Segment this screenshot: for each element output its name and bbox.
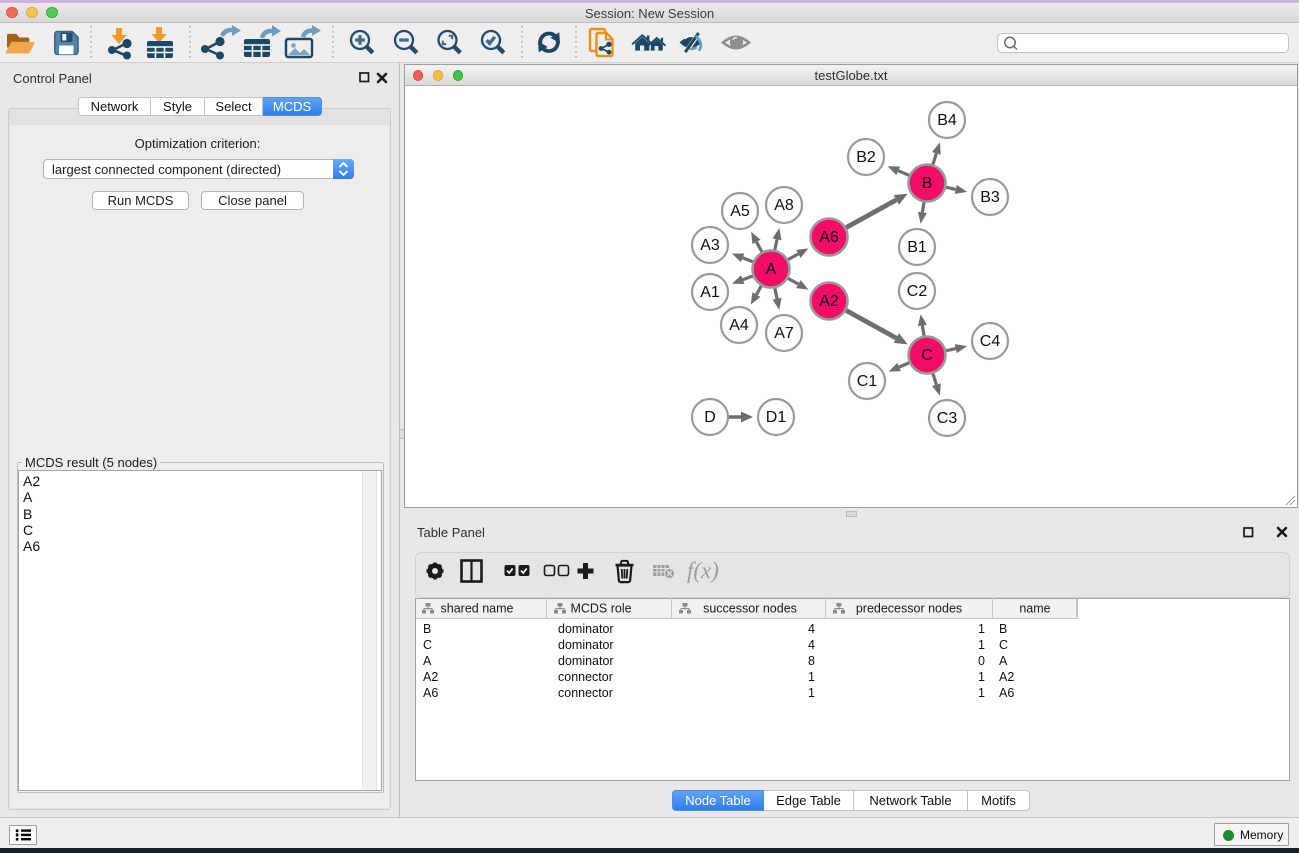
svg-text:C: C <box>423 638 432 652</box>
svg-text:A5: A5 <box>730 203 750 220</box>
svg-text:dominator: dominator <box>558 654 614 668</box>
svg-text:D: D <box>704 409 716 426</box>
svg-text:A6: A6 <box>423 686 438 700</box>
svg-text:B: B <box>922 175 933 192</box>
svg-text:1: 1 <box>978 638 985 652</box>
svg-text:A3: A3 <box>700 237 720 254</box>
svg-text:B4: B4 <box>937 112 957 129</box>
svg-text:A8: A8 <box>774 197 794 214</box>
svg-text:f(x): f(x) <box>687 558 719 583</box>
svg-text:B3: B3 <box>980 189 1000 206</box>
svg-text:A: A <box>766 261 777 278</box>
svg-text:C2: C2 <box>907 283 928 300</box>
svg-text:A6: A6 <box>999 686 1014 700</box>
svg-text:connector: connector <box>558 670 613 684</box>
svg-text:0: 0 <box>978 654 985 668</box>
svg-text:B: B <box>423 622 431 636</box>
svg-text:A2: A2 <box>423 670 438 684</box>
svg-text:1: 1 <box>978 686 985 700</box>
svg-text:A7: A7 <box>774 325 794 342</box>
svg-text:B: B <box>999 622 1007 636</box>
svg-text:A: A <box>423 654 432 668</box>
svg-text:C: C <box>999 638 1008 652</box>
svg-text:1: 1 <box>808 670 815 684</box>
svg-text:connector: connector <box>558 686 613 700</box>
svg-text:successor nodes: successor nodes <box>703 602 797 616</box>
svg-text:C1: C1 <box>857 373 878 390</box>
svg-text:MCDS role: MCDS role <box>570 602 631 616</box>
svg-text:D1: D1 <box>766 409 787 426</box>
svg-text:A4: A4 <box>729 317 749 334</box>
svg-text:1: 1 <box>808 686 815 700</box>
svg-text:dominator: dominator <box>558 638 614 652</box>
svg-text:C4: C4 <box>980 333 1001 350</box>
svg-text:B2: B2 <box>856 149 876 166</box>
svg-text:A1: A1 <box>700 284 720 301</box>
svg-text:shared name: shared name <box>441 602 514 616</box>
svg-text:A2: A2 <box>999 670 1014 684</box>
svg-text:A6: A6 <box>819 229 839 246</box>
svg-text:4: 4 <box>808 622 815 636</box>
svg-text:1: 1 <box>978 622 985 636</box>
svg-text:A: A <box>999 654 1008 668</box>
svg-text:C: C <box>921 347 933 364</box>
svg-text:B1: B1 <box>907 239 927 256</box>
svg-text:1: 1 <box>978 670 985 684</box>
svg-text:C3: C3 <box>937 410 958 427</box>
svg-text:dominator: dominator <box>558 622 614 636</box>
svg-text:predecessor nodes: predecessor nodes <box>856 602 962 616</box>
svg-text:8: 8 <box>808 654 815 668</box>
svg-text:name: name <box>1019 602 1050 616</box>
svg-text:A2: A2 <box>819 293 839 310</box>
svg-text:4: 4 <box>808 638 815 652</box>
